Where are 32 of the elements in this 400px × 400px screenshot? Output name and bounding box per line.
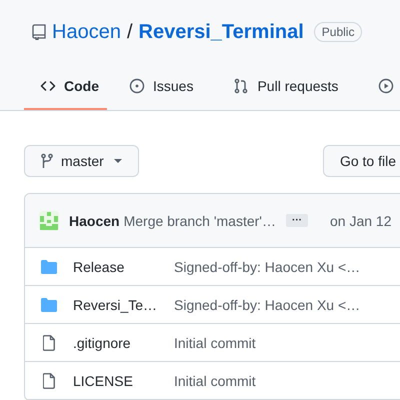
visibility-label: Public (314, 22, 362, 42)
folder-icon (41, 260, 57, 274)
file-name-link[interactable]: Reversi_Te… (73, 296, 174, 312)
caret-icon (114, 159, 122, 163)
commit-message-link[interactable]: Initial commit (174, 334, 256, 350)
go-to-file-button[interactable]: Go to file (322, 145, 400, 177)
commit-message-link[interactable]: Signed-off-by: Haocen Xu <… (174, 258, 360, 274)
commit-date: on Jan 12 (330, 212, 392, 228)
commit-message-link[interactable]: Signed-off-by: Haocen Xu <… (174, 296, 360, 312)
pull-request-icon (233, 78, 250, 94)
owner-link[interactable]: Haocen (52, 20, 121, 44)
play-icon (378, 78, 394, 94)
repo-icon (32, 24, 46, 40)
nav-tab[interactable]: Code (24, 64, 107, 110)
file-icon (43, 372, 55, 388)
commit-message-link[interactable]: Initial commit (174, 372, 256, 388)
file-name-link[interactable]: LICENSE (73, 372, 174, 388)
commit-author[interactable]: Haocen (69, 212, 120, 228)
file-name-link[interactable]: Release (73, 258, 174, 274)
path-separator: / (126, 20, 132, 44)
file-icon (43, 334, 55, 350)
nav-tab[interactable]: Pull requests (217, 64, 346, 110)
file-name-link[interactable]: .gitignore (73, 334, 174, 350)
commit-message[interactable]: Merge branch 'master'… (124, 212, 276, 228)
expand-message-button[interactable]: ··· (286, 214, 308, 227)
branch-button[interactable]: master (24, 145, 139, 177)
avatar-icon (39, 210, 59, 230)
branch-icon (41, 153, 53, 169)
repo-name-link[interactable]: Reversi_Terminal (138, 20, 304, 44)
issue-icon (129, 78, 145, 94)
nav-tab[interactable]: Issues (113, 64, 202, 110)
folder-icon (41, 298, 57, 312)
